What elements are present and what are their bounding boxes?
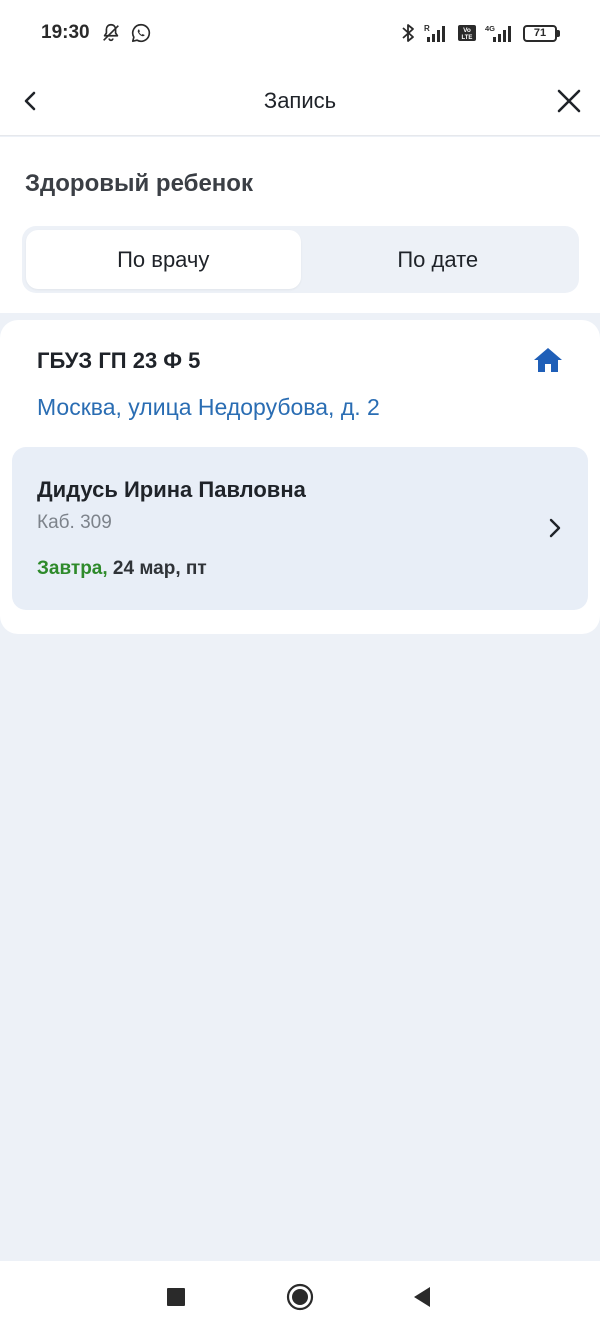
date-rest: 24 мар, пт — [107, 558, 207, 579]
clinic-name: ГБУЗ ГП 23 Ф 5 — [37, 348, 201, 373]
status-time: 19:30 — [41, 22, 90, 43]
recent-apps-icon[interactable] — [166, 1287, 186, 1307]
tab-by-date[interactable]: По дате — [301, 230, 576, 289]
tab-by-doctor[interactable]: По врачу — [26, 230, 301, 289]
system-nav-bar — [0, 1261, 600, 1332]
clinic-card: ГБУЗ ГП 23 Ф 5 Москва, улица Недорубова,… — [0, 320, 600, 634]
svg-text:LTE: LTE — [462, 35, 473, 41]
back-button[interactable] — [9, 79, 53, 123]
status-left: 19:30 — [41, 22, 152, 44]
status-right: R Vo LTE 4G 71 — [401, 23, 560, 43]
battery-level: 71 — [523, 24, 557, 42]
svg-text:4G: 4G — [485, 24, 495, 33]
bell-off-icon — [100, 22, 122, 44]
whatsapp-icon — [130, 22, 152, 44]
doctor-card[interactable]: Дидусь Ирина Павловна Каб. 309 Завтра, 2… — [12, 447, 588, 610]
doctor-next-date: Завтра, 24 мар, пт — [37, 558, 207, 580]
date-highlight: Завтра, — [37, 558, 108, 579]
home-icon — [533, 346, 563, 379]
tab-switch: По врачу По дате — [22, 226, 579, 293]
clinic-address-link[interactable]: Москва, улица Недорубова, д. 2 — [37, 394, 380, 421]
svg-text:R: R — [424, 24, 430, 33]
page-title: Запись — [263, 87, 337, 113]
close-icon — [557, 89, 581, 113]
battery-icon: 71 — [523, 24, 560, 42]
svg-text:Vo: Vo — [463, 27, 471, 34]
signal-4g-icon: 4G — [485, 23, 515, 43]
chevron-left-icon — [24, 91, 36, 111]
back-triangle-icon[interactable] — [412, 1286, 432, 1308]
home-button-icon[interactable] — [286, 1283, 314, 1311]
close-button[interactable] — [547, 79, 591, 123]
volte-icon: Vo LTE — [457, 24, 477, 42]
chevron-right-icon — [548, 517, 562, 544]
doctor-name: Дидусь Ирина Павловна — [37, 477, 306, 502]
status-bar: 19:30 R Vo LTE 4G 71 — [0, 0, 600, 66]
signal-icon: R — [423, 23, 449, 43]
app-header: Запись — [0, 66, 600, 136]
service-title: Здоровый ребенок — [25, 170, 253, 197]
bluetooth-icon — [401, 23, 415, 43]
service-section: Здоровый ребенок По врачу По дате — [0, 137, 600, 313]
doctor-room: Каб. 309 — [37, 512, 112, 533]
